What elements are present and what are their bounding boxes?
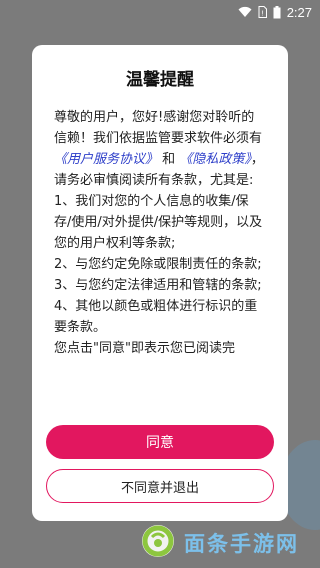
sim-icon: ! <box>258 6 267 18</box>
dialog-title: 温馨提醒 <box>126 70 194 90</box>
privacy-policy-link[interactable]: 《隐私政策》 <box>179 152 251 167</box>
disagree-exit-button[interactable]: 不同意并退出 <box>46 469 274 503</box>
user-agreement-link[interactable]: 《用户服务协议》 <box>54 152 158 167</box>
battery-icon <box>273 5 281 19</box>
terms-item-1: 1、我们对您的个人信息的收集/保存/使用/对外提供/保护等规则，以及您的用户权利… <box>54 194 263 251</box>
intro-text-1: 尊敬的用户，您好!感谢您对聆听的信赖！我们依据监管要求软件必须有 <box>54 110 263 146</box>
closing-text: 您点击"同意"即表示您已阅读完 <box>54 341 235 356</box>
terms-item-3: 3、与您约定法律适用和管辖的条款; <box>54 278 262 293</box>
terms-item-4: 4、其他以颜色或粗体进行标识的重要条款。 <box>54 299 258 335</box>
watermark-logo-icon <box>140 523 176 563</box>
agree-button[interactable]: 同意 <box>46 425 274 459</box>
terms-item-2: 2、与您约定免除或限制责任的条款; <box>54 257 262 272</box>
status-time: 2:27 <box>286 4 312 20</box>
watermark-text: 面条手游网 <box>184 532 299 556</box>
wifi-icon <box>238 6 252 18</box>
status-bar: ! 2:27 <box>0 0 320 24</box>
dialog-body: 尊敬的用户，您好!感谢您对聆听的信赖！我们依据监管要求软件必须有《用户服务协议》… <box>54 107 266 429</box>
app-screen: ! 2:27 温馨提醒 尊敬的用户，您好!感谢您对聆听的信赖！我们依据监管要求软… <box>0 0 320 568</box>
dialog-intro: 尊敬的用户，您好!感谢您对聆听的信赖！我们依据监管要求软件必须有《用户服务协议》… <box>54 107 266 191</box>
svg-text:!: ! <box>261 10 264 18</box>
and-text: 和 <box>162 152 176 167</box>
privacy-dialog: 温馨提醒 尊敬的用户，您好!感谢您对聆听的信赖！我们依据监管要求软件必须有《用户… <box>32 45 288 521</box>
site-watermark: 面条手游网 <box>140 523 310 563</box>
